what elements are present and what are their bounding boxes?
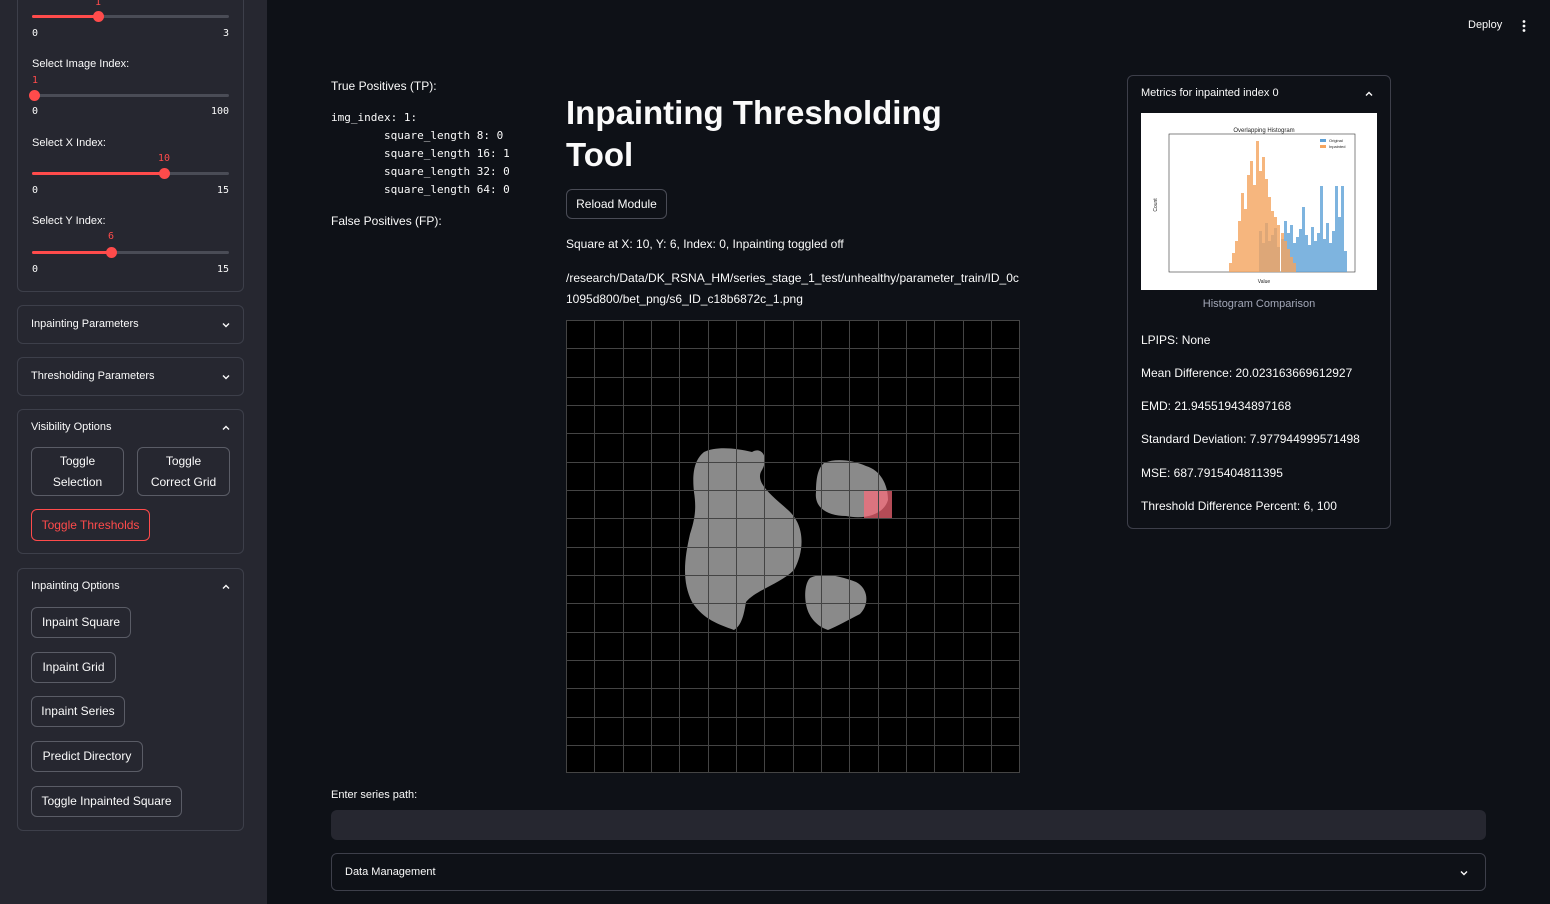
scan-grid-svg (566, 320, 1020, 773)
chevron-down-icon (221, 372, 231, 382)
true-positives-label: True Positives (TP): (331, 79, 437, 93)
histogram-title: Overlapping Histogram (1233, 128, 1294, 134)
thresholding-parameters-title: Thresholding Parameters (31, 370, 155, 382)
toggle-thresholds-button[interactable]: Toggle Thresholds (31, 509, 150, 541)
std-dev-metric: Standard Deviation: 7.977944999571498 (1141, 432, 1360, 446)
chevron-up-icon[interactable] (221, 582, 231, 592)
legend-original: Original (1329, 138, 1343, 143)
histogram-image: Overlapping Histogram Value Count Origin… (1141, 113, 1377, 290)
top-slider-value: 1 (94, 0, 102, 8)
square-info-text: Square at X: 10, Y: 6, Index: 0, Inpaint… (566, 237, 844, 251)
mse-metric: MSE: 687.7915404811395 (1141, 466, 1283, 480)
image-index-min: 0 (32, 106, 39, 117)
image-index-label: Select Image Index: (32, 58, 130, 70)
mean-difference-metric: Mean Difference: 20.023163669612927 (1141, 366, 1353, 380)
sidebar: 1 0 3 Select Image Index: 1 0 100 Select… (0, 0, 267, 904)
inpainting-parameters-expander[interactable]: Inpainting Parameters (17, 305, 244, 344)
metrics-title[interactable]: Metrics for inpainted index 0 (1141, 87, 1279, 99)
x-index-value: 10 (157, 153, 171, 164)
chevron-down-icon (1459, 868, 1469, 878)
more-options-icon[interactable] (1519, 19, 1529, 33)
image-index-max: 100 (210, 106, 229, 117)
predict-directory-button[interactable]: Predict Directory (31, 741, 143, 772)
metrics-expander: Metrics for inpainted index 0 Overlappin… (1127, 75, 1391, 529)
top-slider-max: 3 (222, 28, 229, 39)
data-management-title: Data Management (345, 866, 436, 878)
x-index-max: 15 (216, 185, 229, 196)
visibility-options-expander: Visibility Options Toggle Selection Togg… (17, 409, 244, 554)
top-slider-min: 0 (32, 28, 39, 39)
y-index-value: 6 (107, 231, 115, 242)
data-management-expander[interactable]: Data Management (331, 853, 1486, 891)
histogram-svg: Overlapping Histogram Value Count Origin… (1141, 113, 1377, 290)
reload-module-button[interactable]: Reload Module (566, 189, 667, 219)
y-index-slider[interactable] (32, 247, 229, 258)
y-index-max: 15 (216, 264, 229, 275)
inpaint-square-button[interactable]: Inpaint Square (31, 607, 131, 638)
inpainting-parameters-title: Inpainting Parameters (31, 318, 139, 330)
scan-image[interactable] (566, 320, 1020, 773)
inpaint-series-button[interactable]: Inpaint Series (31, 696, 125, 727)
lpips-metric: LPIPS: None (1141, 333, 1211, 347)
chevron-down-icon (221, 320, 231, 330)
false-positives-label: False Positives (FP): (331, 214, 442, 228)
inpaint-grid-button[interactable]: Inpaint Grid (31, 652, 116, 683)
inpainting-options-expander: Inpainting Options Inpaint Square Inpain… (17, 568, 244, 831)
chevron-up-icon[interactable] (1364, 89, 1374, 99)
x-index-label: Select X Index: (32, 137, 106, 149)
page-title: Inpainting Thresholding Tool (566, 94, 942, 173)
chevron-up-icon[interactable] (221, 423, 231, 433)
emd-metric: EMD: 21.945519434897168 (1141, 399, 1292, 413)
inpainting-options-title[interactable]: Inpainting Options (31, 580, 120, 592)
series-path-label: Enter series path: (331, 789, 418, 801)
top-slider[interactable] (32, 11, 229, 22)
image-index-value: 1 (32, 75, 39, 86)
histogram-xlabel: Value (1258, 279, 1271, 285)
y-index-min: 0 (32, 264, 39, 275)
x-index-slider[interactable] (32, 168, 229, 179)
image-path-text: /research/Data/DK_RSNA_HM/series_stage_1… (566, 271, 1019, 306)
histogram-caption: Histogram Comparison (1202, 298, 1316, 310)
visibility-options-title[interactable]: Visibility Options (31, 421, 112, 433)
toggle-inpainted-square-button[interactable]: Toggle Inpainted Square (31, 786, 182, 817)
sliders-panel: 1 0 3 Select Image Index: 1 0 100 Select… (17, 0, 244, 292)
x-index-min: 0 (32, 185, 39, 196)
histogram-ylabel: Count (1153, 198, 1159, 212)
true-positives-code: img_index: 1: square_length 8: 0 square_… (331, 111, 510, 196)
toggle-selection-button[interactable]: Toggle Selection (31, 447, 124, 496)
toggle-correct-grid-button[interactable]: Toggle Correct Grid (137, 447, 230, 496)
image-index-slider[interactable] (29, 90, 229, 101)
legend-inpainted: Inpainted (1329, 144, 1345, 149)
deploy-button[interactable]: Deploy (1468, 19, 1502, 31)
series-path-input[interactable] (331, 810, 1486, 840)
y-index-label: Select Y Index: (32, 215, 106, 227)
threshold-diff-metric: Threshold Difference Percent: 6, 100 (1141, 499, 1337, 513)
thresholding-parameters-expander[interactable]: Thresholding Parameters (17, 357, 244, 396)
